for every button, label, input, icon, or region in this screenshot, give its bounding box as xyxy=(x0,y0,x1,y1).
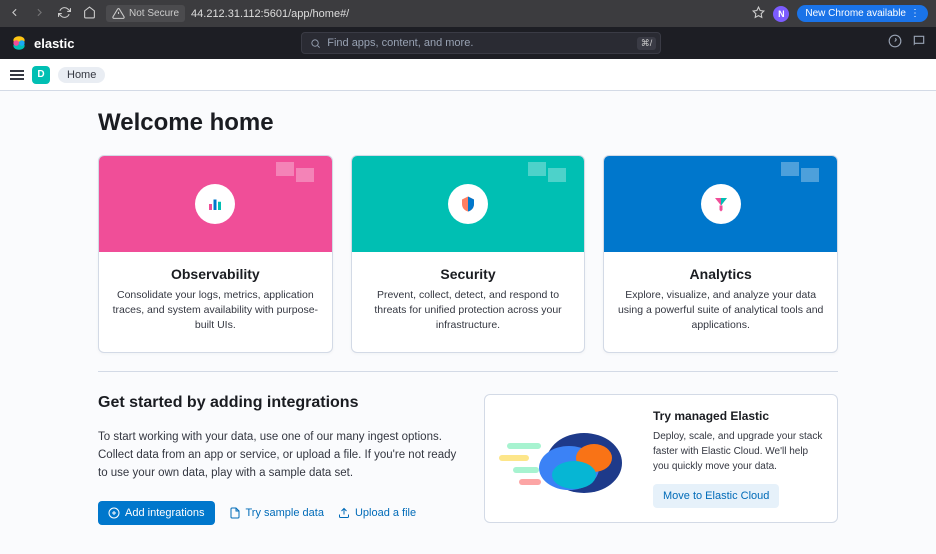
kibana-header: D Home xyxy=(0,59,936,91)
move-to-cloud-button[interactable]: Move to Elastic Cloud xyxy=(653,484,779,508)
nav-toggle-button[interactable] xyxy=(10,70,24,80)
getstarted-title: Get started by adding integrations xyxy=(98,394,460,412)
card-title: Observability xyxy=(111,266,320,282)
solution-card-security[interactable]: Security Prevent, collect, detect, and r… xyxy=(351,155,586,353)
security-icon xyxy=(448,184,488,224)
star-icon[interactable] xyxy=(752,6,765,22)
card-title: Security xyxy=(364,266,573,282)
breadcrumb[interactable]: Home xyxy=(58,67,105,83)
page-title: Welcome home xyxy=(98,109,838,137)
new-chrome-button[interactable]: New Chrome available ⋮ xyxy=(797,5,928,22)
elastic-logo[interactable]: elastic xyxy=(10,34,74,52)
forward-icon[interactable] xyxy=(33,6,46,22)
try-sample-data-link[interactable]: Try sample data xyxy=(229,507,324,519)
upload-icon xyxy=(338,507,350,519)
home-icon[interactable] xyxy=(83,6,96,22)
solution-card-observability[interactable]: Observability Consolidate your logs, met… xyxy=(98,155,333,353)
add-integrations-button[interactable]: Add integrations xyxy=(98,501,215,525)
card-deco-icon xyxy=(781,162,821,192)
divider xyxy=(98,371,838,372)
newsfeed-icon[interactable] xyxy=(912,34,926,53)
elastic-logo-icon xyxy=(10,34,28,52)
kebab-icon: ⋮ xyxy=(910,8,920,19)
help-icon[interactable] xyxy=(888,34,902,53)
managed-title: Try managed Elastic xyxy=(653,409,823,423)
space-selector[interactable]: D xyxy=(32,66,50,84)
main-content: Welcome home Observability Consolidate y… xyxy=(0,91,936,554)
global-search-input[interactable]: Find apps, content, and more. ⌘/ xyxy=(301,32,661,54)
not-secure-label: Not Secure xyxy=(129,8,179,19)
back-icon[interactable] xyxy=(8,6,21,22)
not-secure-badge[interactable]: Not Secure xyxy=(106,5,185,22)
plus-circle-icon xyxy=(108,507,120,519)
reload-icon[interactable] xyxy=(58,6,71,22)
search-placeholder: Find apps, content, and more. xyxy=(327,37,473,49)
search-icon xyxy=(310,38,321,49)
card-desc: Explore, visualize, and analyze your dat… xyxy=(616,288,825,334)
profile-avatar[interactable]: N xyxy=(773,6,789,22)
card-desc: Consolidate your logs, metrics, applicat… xyxy=(111,288,320,334)
analytics-icon xyxy=(701,184,741,224)
document-icon xyxy=(229,507,241,519)
managed-elastic-panel: Try managed Elastic Deploy, scale, and u… xyxy=(484,394,838,523)
card-desc: Prevent, collect, detect, and respond to… xyxy=(364,288,573,334)
observability-icon xyxy=(195,184,235,224)
elastic-topbar: elastic Find apps, content, and more. ⌘/ xyxy=(0,27,936,59)
card-deco-icon xyxy=(528,162,568,192)
solution-card-analytics[interactable]: Analytics Explore, visualize, and analyz… xyxy=(603,155,838,353)
managed-desc: Deploy, scale, and upgrade your stack fa… xyxy=(653,429,823,474)
browser-chrome: Not Secure 44.212.31.112:5601/app/home#/… xyxy=(0,0,936,27)
address-url[interactable]: 44.212.31.112:5601/app/home#/ xyxy=(191,8,349,20)
upload-file-link[interactable]: Upload a file xyxy=(338,507,416,519)
search-shortcut: ⌘/ xyxy=(637,37,657,50)
getstarted-desc: To start working with your data, use one… xyxy=(98,428,458,483)
card-deco-icon xyxy=(276,162,316,192)
brand-label: elastic xyxy=(34,36,74,51)
cloud-illustration-icon xyxy=(499,413,639,503)
card-title: Analytics xyxy=(616,266,825,282)
